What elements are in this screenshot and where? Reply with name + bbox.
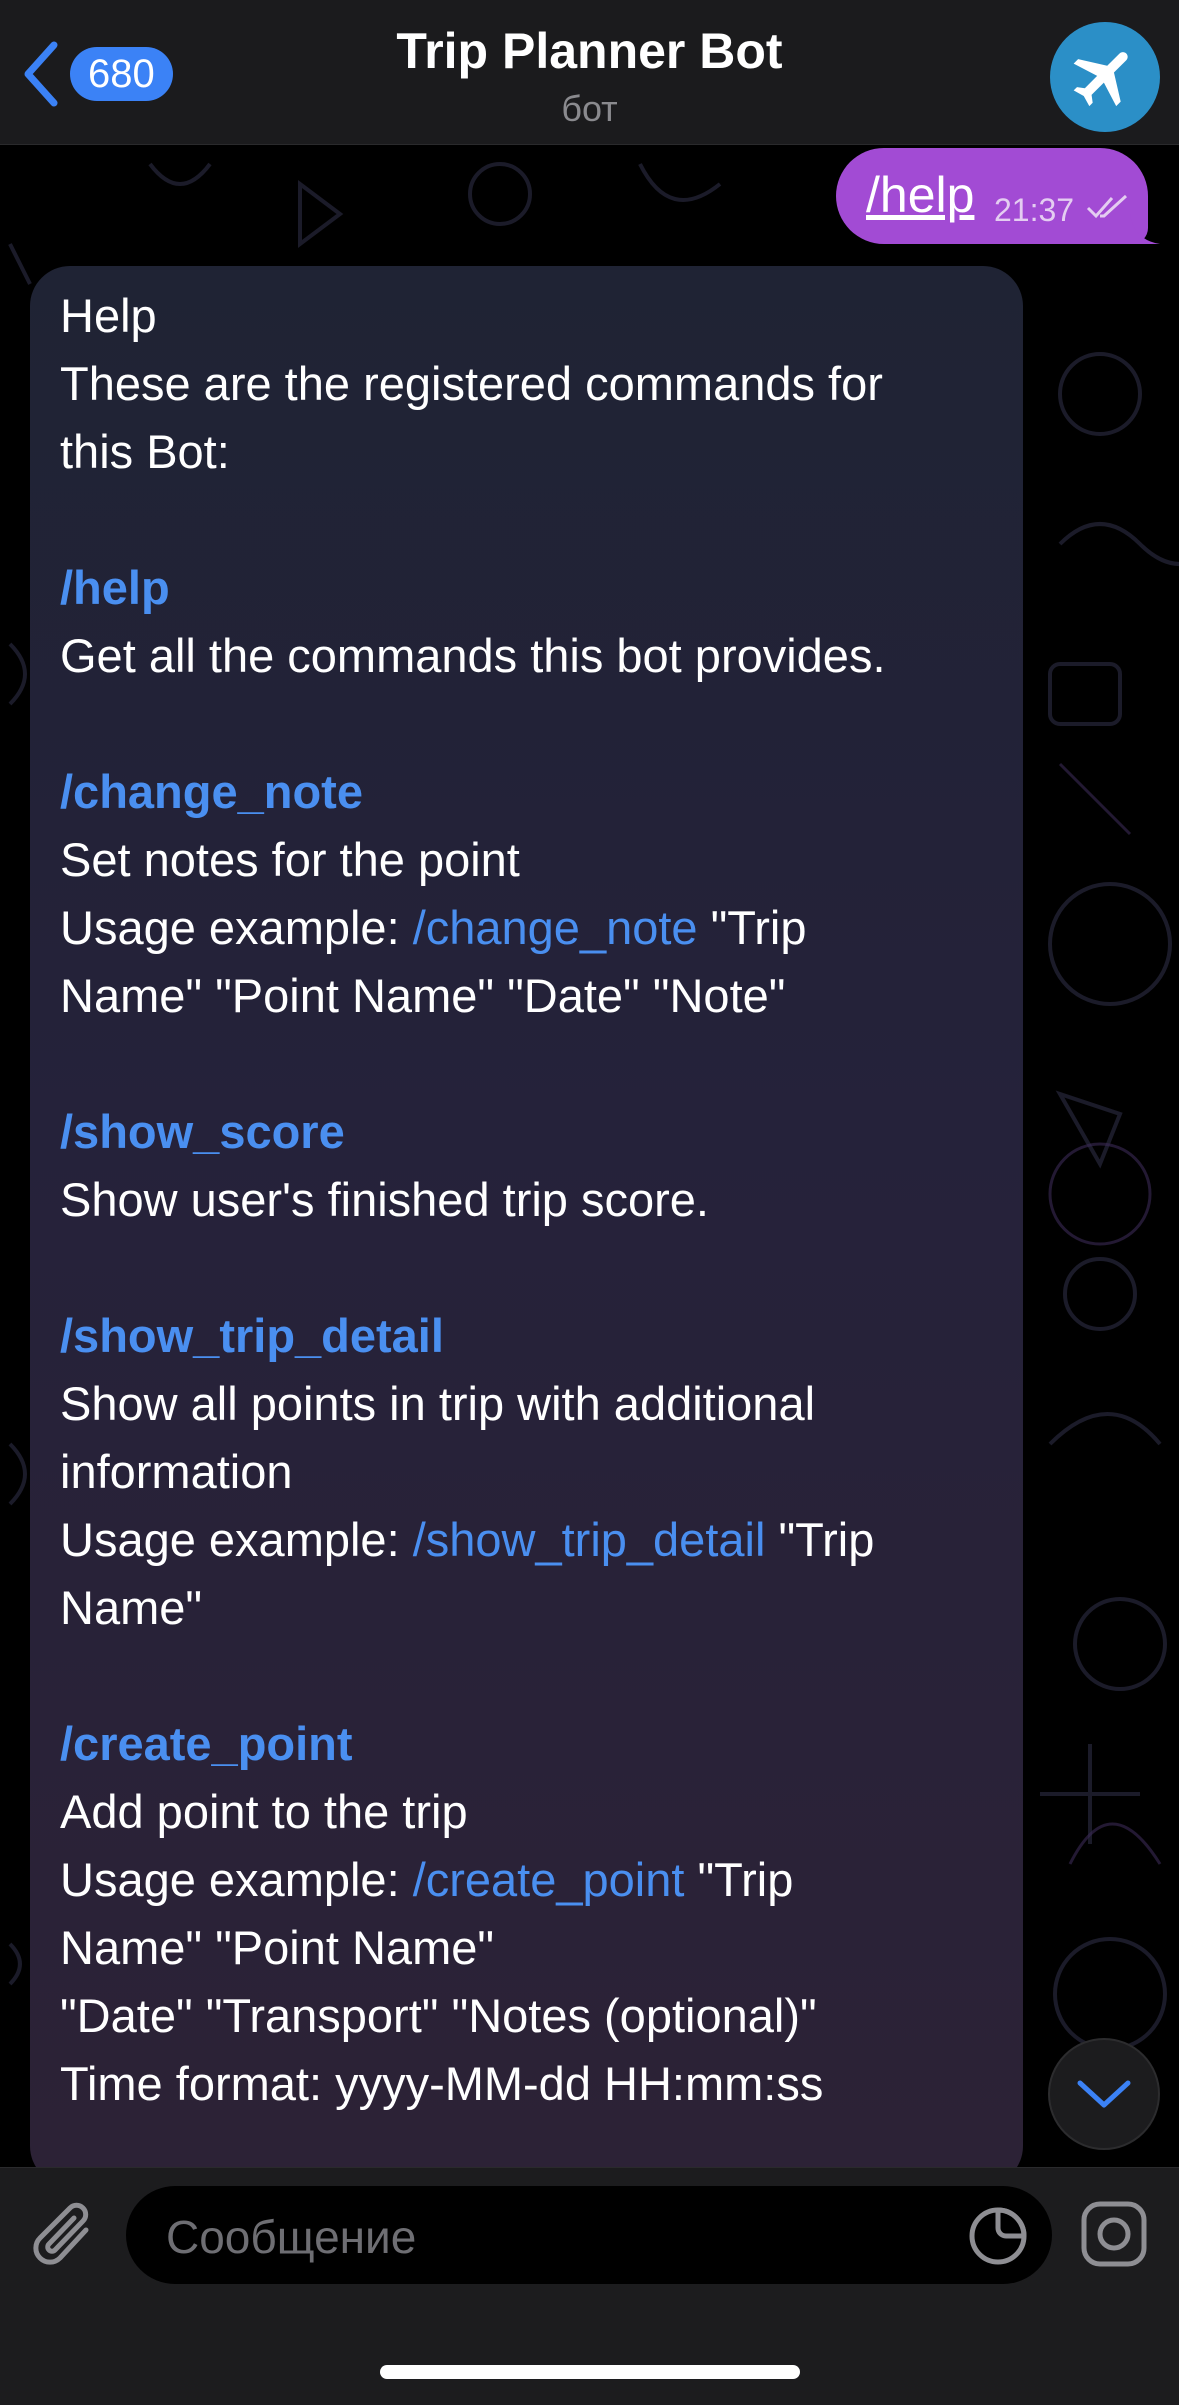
chat-screen: 680 Trip Planner Bot бот /help 21:37 Hel… (0, 0, 1179, 2405)
command-link-help[interactable]: /help (60, 554, 993, 622)
message-input-placeholder: Сообщение (166, 2211, 417, 2263)
command-description-cont: information (60, 1445, 293, 1498)
incoming-message: Help These are the registered commands f… (30, 266, 1023, 2186)
usage-prefix: Usage example: (60, 1513, 413, 1566)
usage-example: Usage example: /show_trip_detail "Trip (60, 1506, 993, 1574)
message-text: this Bot: (60, 425, 230, 478)
message-timestamp: 21:37 (994, 192, 1075, 228)
usage-args: "Trip (697, 901, 807, 954)
message-heading: Help (60, 289, 157, 342)
usage-args: "Trip (684, 1853, 794, 1906)
usage-args-cont: "Date" "Transport" "Notes (optional)" (60, 1989, 817, 2042)
chat-header: 680 Trip Planner Bot бот (0, 0, 1179, 145)
airplane-icon (1073, 52, 1128, 107)
usage-args-cont: Name" "Point Name" (60, 1921, 495, 1974)
paperclip-icon[interactable] (30, 2200, 100, 2276)
home-indicator[interactable] (380, 2365, 800, 2379)
outgoing-message[interactable]: /help 21:37 (836, 148, 1160, 244)
command-description: Get all the commands this bot provides. (60, 629, 886, 682)
chat-subtitle: бот (561, 88, 618, 129)
double-check-icon (1086, 194, 1128, 219)
command-link-show-score[interactable]: /show_score (60, 1098, 993, 1166)
command-description: Set notes for the point (60, 833, 520, 886)
usage-args-cont: Name" "Point Name" "Date" "Note" (60, 969, 786, 1022)
bot-avatar[interactable] (1050, 22, 1160, 132)
bubble-tail (1130, 214, 1160, 244)
chevron-down-icon (1077, 2080, 1131, 2108)
usage-command-link[interactable]: /create_point (413, 1853, 685, 1906)
sticker-icon[interactable] (966, 2204, 1030, 2268)
chat-title[interactable]: Trip Planner Bot (0, 22, 1179, 80)
usage-prefix: Usage example: (60, 1853, 413, 1906)
message-text: These are the registered commands for (60, 357, 883, 410)
usage-command-link[interactable]: /change_note (413, 901, 698, 954)
usage-command-link[interactable]: /show_trip_detail (413, 1513, 766, 1566)
command-description: Show user's finished trip score. (60, 1173, 709, 1226)
usage-example: Usage example: /create_point "Trip (60, 1846, 993, 1914)
command-link-change-note[interactable]: /change_note (60, 758, 993, 826)
scroll-to-bottom-button[interactable] (1048, 2038, 1160, 2150)
command-description: Show all points in trip with additional (60, 1377, 816, 1430)
instagram-camera-icon[interactable] (1078, 2198, 1150, 2270)
usage-args-cont: Name" (60, 1581, 203, 1634)
command-description: Add point to the trip (60, 1785, 468, 1838)
usage-example: Usage example: /change_note "Trip (60, 894, 993, 962)
outgoing-message-text[interactable]: /help (866, 166, 974, 224)
message-input[interactable]: Сообщение (126, 2186, 1052, 2284)
usage-prefix: Usage example: (60, 901, 413, 954)
time-format-note: Time format: yyyy-MM-dd HH:mm:ss (60, 2057, 824, 2110)
command-link-create-point[interactable]: /create_point (60, 1710, 993, 1778)
usage-args: "Trip (765, 1513, 875, 1566)
command-link-show-trip-detail[interactable]: /show_trip_detail (60, 1302, 993, 1370)
